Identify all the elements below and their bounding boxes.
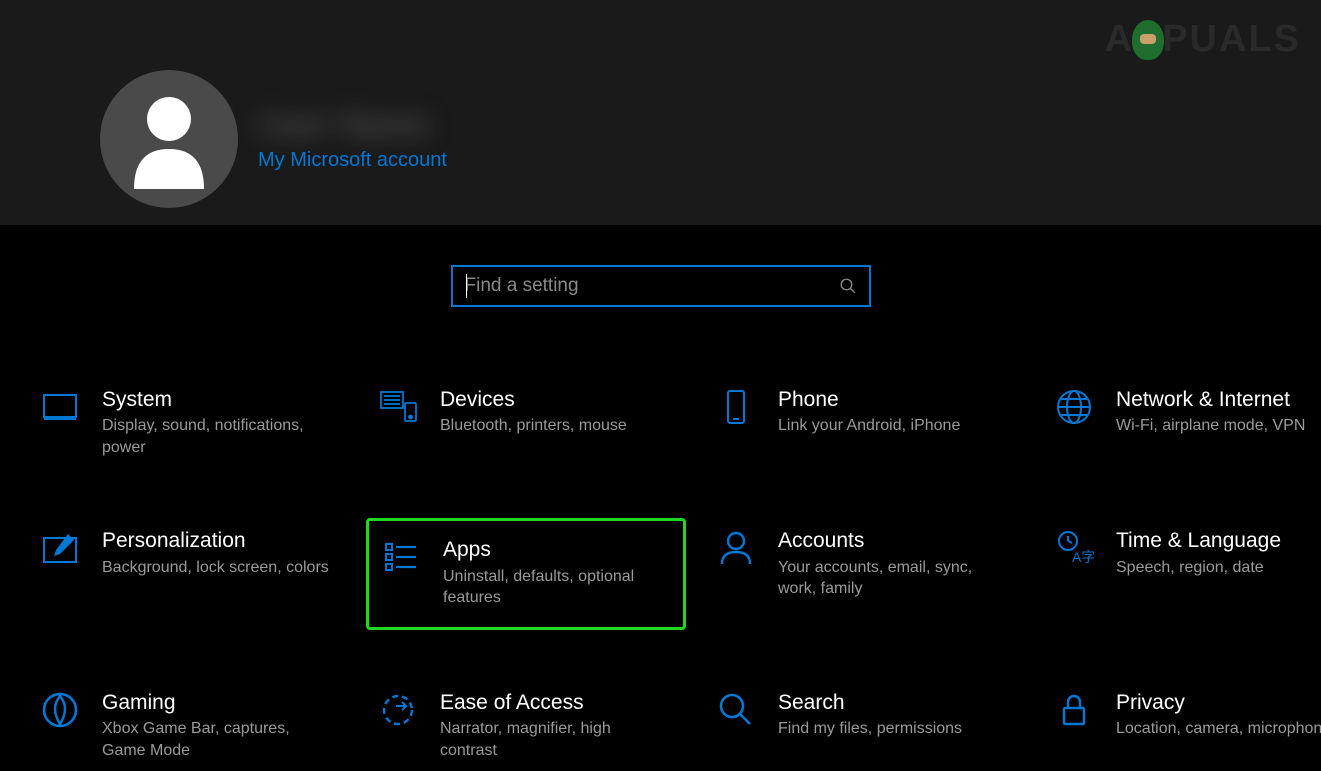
- search-box[interactable]: [451, 265, 871, 307]
- tile-text: Time & Language Speech, region, date: [1116, 528, 1281, 578]
- tile-text: Network & Internet Wi-Fi, airplane mode, …: [1116, 387, 1305, 437]
- tile-description: Uninstall, defaults, optional features: [443, 566, 671, 609]
- gaming-icon: [40, 690, 80, 730]
- settings-tile-system[interactable]: System Display, sound, notifications, pow…: [28, 377, 348, 468]
- settings-tile-accounts[interactable]: Accounts Your accounts, email, sync, work…: [704, 518, 1024, 629]
- tile-title: Search: [778, 690, 962, 715]
- avatar[interactable]: [100, 70, 238, 208]
- search-icon: [716, 690, 756, 730]
- settings-tile-apps[interactable]: Apps Uninstall, defaults, optional featur…: [366, 518, 686, 629]
- personalization-icon: [40, 528, 80, 568]
- tile-title: Ease of Access: [440, 690, 670, 715]
- svg-text:A字: A字: [1072, 549, 1094, 565]
- search-icon: [839, 277, 857, 295]
- person-icon: [124, 89, 214, 189]
- tile-title: Phone: [778, 387, 960, 412]
- tile-title: Gaming: [102, 690, 332, 715]
- tile-description: Speech, region, date: [1116, 557, 1281, 579]
- tile-text: Apps Uninstall, defaults, optional featur…: [443, 537, 671, 608]
- settings-tile-gaming[interactable]: GamingXbox Game Bar, captures, Game Mode: [28, 680, 348, 771]
- tile-text: Phone Link your Android, iPhone: [778, 387, 960, 437]
- tile-text: System Display, sound, notifications, pow…: [102, 387, 332, 458]
- account-section: User Name My Microsoft account: [100, 70, 1321, 208]
- tile-title: Privacy: [1116, 690, 1321, 715]
- tile-description: Location, camera, microphone: [1116, 718, 1321, 740]
- system-icon: [40, 387, 80, 427]
- search-wrap: [0, 265, 1321, 307]
- tile-description: Bluetooth, printers, mouse: [440, 415, 627, 437]
- apps-icon: [381, 537, 421, 577]
- search-input[interactable]: [465, 275, 839, 297]
- settings-tile-ease[interactable]: Ease of AccessNarrator, magnifier, high …: [366, 680, 686, 771]
- tile-text: Privacy Location, camera, microphone: [1116, 690, 1321, 740]
- tile-description: Link your Android, iPhone: [778, 415, 960, 437]
- tile-title: Network & Internet: [1116, 387, 1305, 412]
- tile-title: Devices: [440, 387, 627, 412]
- header: User Name My Microsoft account AA PUALSP…: [0, 0, 1321, 225]
- devices-icon: [378, 387, 418, 427]
- time-icon: A字: [1054, 528, 1094, 568]
- tile-title: System: [102, 387, 332, 412]
- watermark-logo: AA PUALSPUALS: [1105, 18, 1301, 61]
- tile-text: Accounts Your accounts, email, sync, work…: [778, 528, 1008, 599]
- settings-tile-personalization[interactable]: Personalization Background, lock screen, …: [28, 518, 348, 629]
- tile-description: Wi-Fi, airplane mode, VPN: [1116, 415, 1305, 437]
- settings-grid: System Display, sound, notifications, pow…: [0, 377, 1321, 771]
- tile-title: Apps: [443, 537, 671, 562]
- tile-title: Personalization: [102, 528, 329, 553]
- user-info: User Name My Microsoft account: [258, 106, 447, 172]
- accounts-icon: [716, 528, 756, 568]
- main: System Display, sound, notifications, pow…: [0, 225, 1321, 771]
- tile-text: Devices Bluetooth, printers, mouse: [440, 387, 627, 437]
- tile-title: Time & Language: [1116, 528, 1281, 553]
- settings-tile-time[interactable]: A字 Time & Language Speech, region, date: [1042, 518, 1321, 629]
- network-icon: [1054, 387, 1094, 427]
- settings-tile-phone[interactable]: Phone Link your Android, iPhone: [704, 377, 1024, 468]
- phone-icon: [716, 387, 756, 427]
- tile-text: Ease of AccessNarrator, magnifier, high …: [440, 690, 670, 761]
- settings-tile-devices[interactable]: Devices Bluetooth, printers, mouse: [366, 377, 686, 468]
- tile-text: GamingXbox Game Bar, captures, Game Mode: [102, 690, 332, 761]
- privacy-icon: [1054, 690, 1094, 730]
- tile-description: Display, sound, notifications, power: [102, 415, 332, 458]
- settings-tile-privacy[interactable]: Privacy Location, camera, microphone: [1042, 680, 1321, 771]
- text-caret: [466, 274, 467, 298]
- ease-icon: [378, 690, 418, 730]
- settings-tile-network[interactable]: Network & Internet Wi-Fi, airplane mode, …: [1042, 377, 1321, 468]
- tile-title: Accounts: [778, 528, 1008, 553]
- user-name: User Name: [258, 106, 447, 143]
- tile-text: Personalization Background, lock screen, …: [102, 528, 329, 578]
- tile-description: Background, lock screen, colors: [102, 557, 329, 579]
- tile-description: Your accounts, email, sync, work, family: [778, 557, 1008, 600]
- settings-tile-search[interactable]: Search Find my files, permissions: [704, 680, 1024, 771]
- tile-description: Find my files, permissions: [778, 718, 962, 740]
- my-microsoft-account-link[interactable]: My Microsoft account: [258, 149, 447, 172]
- tile-text: Search Find my files, permissions: [778, 690, 962, 740]
